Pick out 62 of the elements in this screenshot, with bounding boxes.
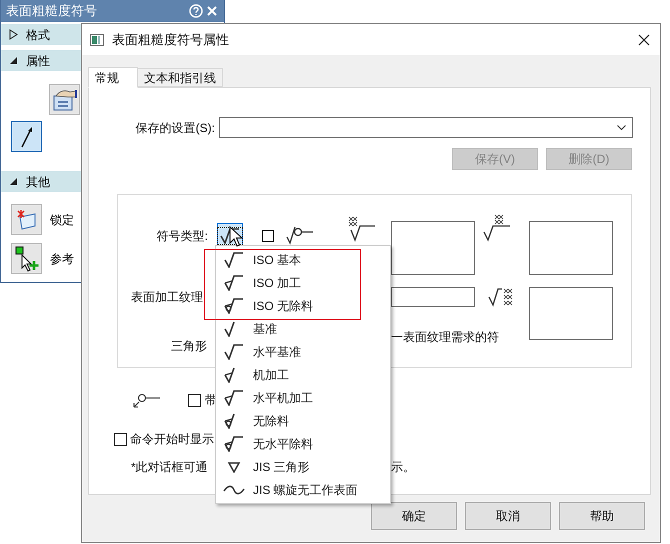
surface-symbol-icon bbox=[224, 274, 244, 290]
menu-item[interactable]: JIS 螺旋无工作表面 bbox=[216, 478, 390, 501]
tool-button[interactable] bbox=[11, 121, 42, 152]
menu-item[interactable]: ISO 加工 bbox=[216, 271, 390, 294]
menu-item[interactable]: 水平机加工 bbox=[216, 386, 390, 409]
expanded-triangle-icon bbox=[9, 56, 18, 65]
surface-symbol-icon bbox=[220, 228, 240, 244]
form-icon bbox=[52, 88, 78, 112]
tab[interactable]: 文本和指引线 bbox=[138, 68, 223, 87]
menu-item[interactable]: ISO 无除料 bbox=[216, 294, 390, 317]
symbol-icon[interactable] bbox=[286, 225, 314, 245]
leader-symbol-icon bbox=[133, 392, 161, 408]
tilde-icon bbox=[223, 484, 245, 494]
collapsed-triangle-icon bbox=[9, 29, 18, 40]
dialog-button[interactable]: 确定 bbox=[371, 502, 457, 530]
triangle-icon bbox=[227, 460, 241, 472]
menu-item[interactable]: 机加工 bbox=[216, 363, 390, 386]
surface-symbol-icon bbox=[224, 412, 235, 428]
field-label: 三角形 bbox=[171, 338, 207, 355]
menu-item[interactable]: ISO 基本 bbox=[216, 248, 390, 271]
surface-symbol-icon bbox=[224, 366, 235, 382]
symbol-icon bbox=[483, 214, 511, 242]
tool-label: 参考 bbox=[50, 250, 74, 268]
surface-symbol-icon bbox=[224, 320, 235, 336]
field-label: 表面加工纹理 bbox=[131, 289, 203, 306]
window-icon bbox=[90, 34, 104, 46]
menu-item[interactable]: 无水平除料 bbox=[216, 432, 390, 455]
pointer-icon bbox=[14, 246, 40, 272]
frame-icon bbox=[14, 208, 38, 230]
expanded-triangle-icon bbox=[9, 177, 18, 186]
note-text: 一表面纹理需求的符 bbox=[391, 329, 499, 346]
symbol-icon bbox=[348, 216, 376, 242]
checkbox[interactable] bbox=[188, 394, 201, 406]
field-label: 符号类型: bbox=[156, 228, 208, 245]
menu-item[interactable]: 基准 bbox=[216, 317, 390, 340]
surface-symbol-icon bbox=[224, 390, 244, 406]
checkbox-symbol[interactable] bbox=[262, 230, 274, 242]
help-icon[interactable] bbox=[189, 4, 203, 18]
menu-item[interactable]: JIS 三角形 bbox=[216, 455, 390, 478]
checkbox[interactable] bbox=[114, 432, 127, 446]
arrow-icon bbox=[20, 126, 34, 148]
dialog-button[interactable]: 取消 bbox=[465, 502, 551, 530]
chevron-down-icon bbox=[617, 124, 626, 130]
close-icon[interactable] bbox=[638, 34, 650, 46]
footnote-text: *此对话框可通 bbox=[131, 460, 208, 474]
tool-button[interactable] bbox=[11, 243, 42, 274]
surface-symbol-icon bbox=[224, 436, 244, 452]
footnote-text: 示。 bbox=[391, 459, 415, 476]
tool-label: 锁定 bbox=[50, 212, 74, 228]
menu-item[interactable]: 水平基准 bbox=[216, 340, 390, 363]
menu-item[interactable]: 无除料 bbox=[216, 409, 390, 432]
tool-button[interactable] bbox=[49, 84, 80, 115]
field-label: 保存的设置(S): bbox=[134, 120, 215, 136]
surface-symbol-icon bbox=[224, 344, 244, 360]
checkbox-label: 命令开始时显示 bbox=[130, 431, 214, 448]
saved-settings-dropdown[interactable] bbox=[219, 117, 633, 138]
surface-symbol-icon bbox=[224, 298, 244, 314]
panel-title: 表面粗糙度符号 bbox=[6, 2, 98, 20]
tab[interactable]: 常规 bbox=[88, 67, 138, 88]
surface-symbol-icon bbox=[224, 252, 244, 268]
dialog-button[interactable]: 帮助 bbox=[559, 502, 645, 530]
dialog-title: 表面粗糙度符号属性 bbox=[112, 30, 230, 49]
